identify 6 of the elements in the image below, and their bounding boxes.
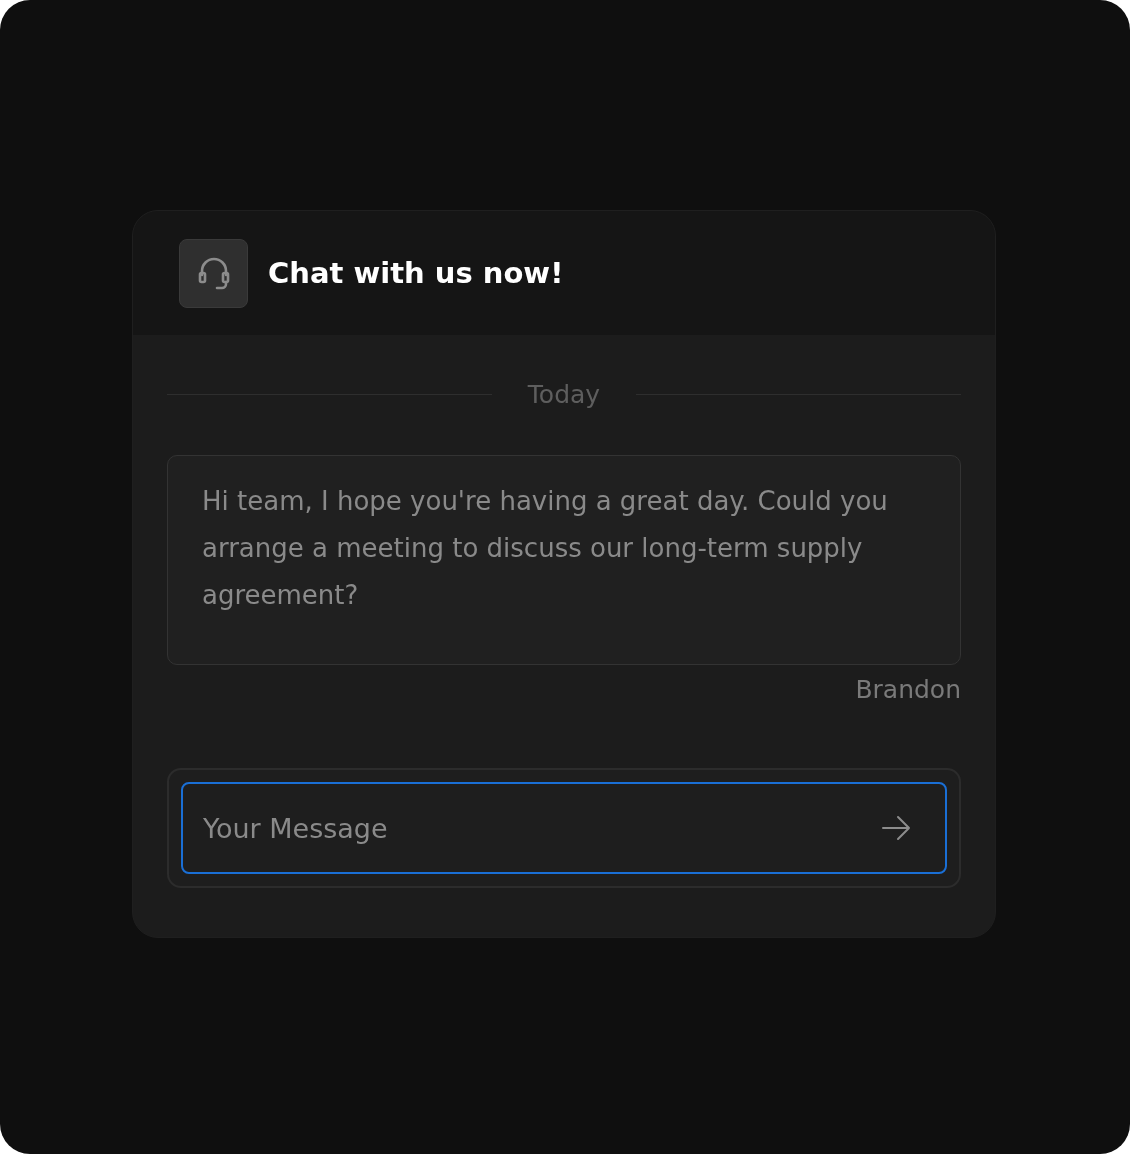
send-arrow-icon[interactable] bbox=[881, 815, 911, 841]
sender-name: Brandon bbox=[855, 675, 961, 704]
date-label: Today bbox=[527, 379, 601, 409]
message-field[interactable]: Your Message bbox=[181, 782, 947, 874]
chat-title: Chat with us now! bbox=[268, 256, 564, 290]
message-text: Hi team, I hope you're having a great day. Could you arrange a meeting to discuss our long-term supply agreement? bbox=[202, 485, 889, 612]
